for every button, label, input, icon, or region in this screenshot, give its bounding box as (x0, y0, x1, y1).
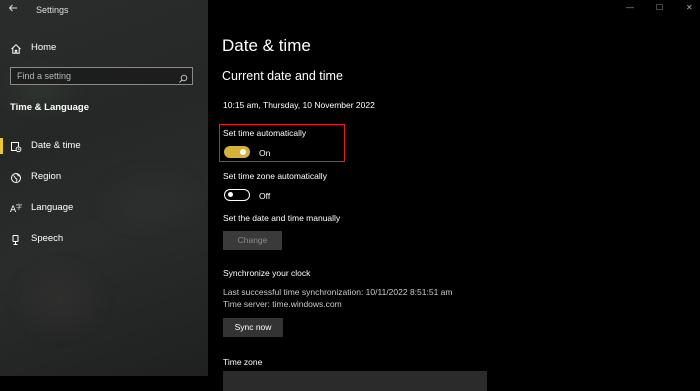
sidebar: Settings Home Time & Language Date & tim… (0, 0, 208, 376)
set-tz-auto-label: Set time zone automatically (223, 171, 327, 181)
language-icon: A字 (10, 202, 22, 215)
app-title: Settings (36, 5, 69, 15)
sidebar-item-speech[interactable]: Speech (0, 227, 208, 251)
sync-title: Synchronize your clock (223, 268, 311, 278)
microphone-icon (10, 233, 22, 245)
sidebar-item-label: Region (31, 171, 62, 182)
search-input[interactable] (17, 71, 167, 81)
current-datetime: 10:15 am, Thursday, 10 November 2022 (223, 100, 375, 110)
search-box[interactable] (10, 67, 193, 85)
globe-icon (10, 171, 22, 183)
sidebar-section-title: Time & Language (10, 102, 90, 113)
sidebar-item-region[interactable]: Region (0, 165, 208, 189)
sidebar-item-date-time[interactable]: Date & time (0, 134, 208, 158)
set-time-auto-toggle[interactable] (224, 146, 250, 158)
time-server-text: Time server: time.windows.com (223, 299, 342, 309)
window-controls: — ☐ ✕ (610, 0, 700, 20)
page-title: Date & time (222, 36, 311, 55)
title-bar: Settings (0, 0, 208, 22)
maximize-icon[interactable]: ☐ (656, 3, 663, 12)
close-icon[interactable]: ✕ (686, 3, 693, 12)
main-content: — ☐ ✕ Date & time Current date and time … (208, 0, 700, 391)
last-sync-text: Last successful time synchronization: 10… (223, 287, 453, 297)
date-time-icon (10, 140, 22, 153)
set-time-auto-state: On (259, 148, 271, 158)
back-arrow-icon[interactable] (6, 3, 20, 17)
sidebar-item-language[interactable]: A字 Language (0, 196, 208, 220)
toggle-knob (240, 149, 246, 155)
home-icon (10, 42, 22, 54)
set-tz-auto-state: Off (259, 191, 271, 201)
minimize-icon[interactable]: — (626, 3, 634, 12)
set-time-auto-label: Set time automatically (223, 128, 307, 138)
manual-datetime-label: Set the date and time manually (223, 213, 341, 223)
search-icon[interactable] (178, 71, 188, 83)
nav-home[interactable]: Home (0, 37, 208, 59)
time-zone-dropdown[interactable] (223, 371, 487, 391)
sidebar-item-label: Speech (31, 233, 64, 244)
nav-home-label: Home (31, 42, 57, 53)
sidebar-item-label: Language (31, 202, 74, 213)
section-title: Current date and time (222, 69, 343, 83)
time-zone-label: Time zone (223, 357, 263, 367)
set-tz-auto-toggle[interactable] (224, 189, 250, 201)
svg-text:字: 字 (16, 203, 22, 211)
sync-now-button[interactable]: Sync now (223, 318, 283, 337)
change-button[interactable]: Change (223, 231, 282, 250)
sidebar-item-label: Date & time (31, 140, 81, 151)
toggle-knob (228, 192, 233, 197)
